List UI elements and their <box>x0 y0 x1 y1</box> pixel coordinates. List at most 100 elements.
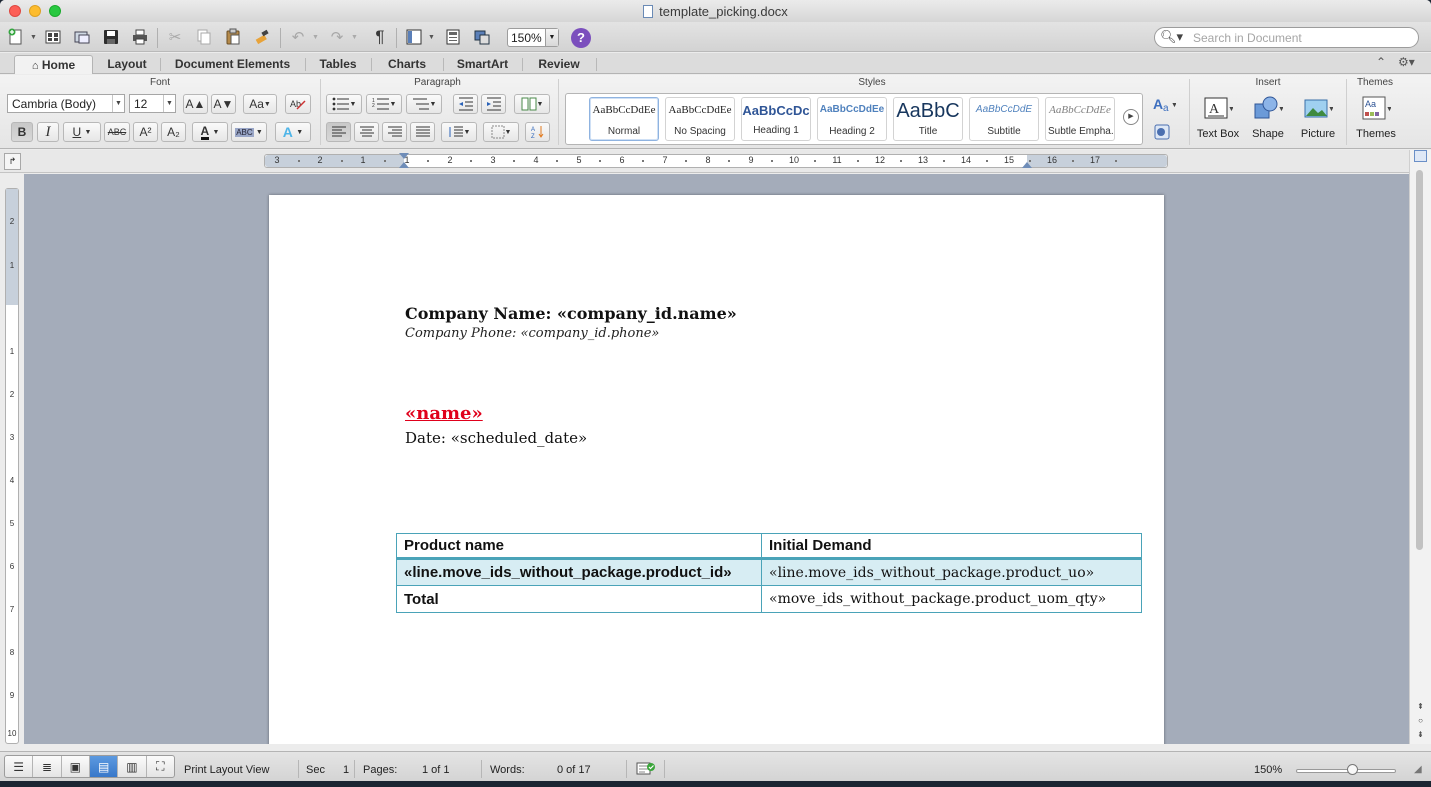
font-name-select[interactable]: Cambria (Body) ▼ <box>7 94 125 113</box>
templates-icon[interactable] <box>42 26 64 48</box>
font-size-select[interactable]: 12 ▼ <box>129 94 176 113</box>
bullets-button[interactable]: ▼ <box>326 94 362 114</box>
search-icon[interactable]: 🔍︎▾ <box>1160 29 1183 45</box>
change-case-button[interactable]: Aa ▼ <box>243 94 277 114</box>
numbering-button[interactable]: 1 2 ▼ <box>366 94 402 114</box>
italic-button[interactable]: I <box>37 122 59 142</box>
collapse-ribbon-icon[interactable]: ⌃ <box>1376 55 1386 69</box>
text-effects-button[interactable]: A ▼ <box>275 122 311 142</box>
borders-button[interactable]: ▼ <box>483 122 519 142</box>
style-subtle-emphasis[interactable]: AaBbCcDdEe Subtle Empha... <box>1045 97 1115 141</box>
font-name-dropdown-icon[interactable]: ▼ <box>112 95 124 112</box>
zoom-dropdown-icon[interactable]: ▼ <box>545 29 558 46</box>
redo-dropdown-icon[interactable]: ▼ <box>351 34 358 41</box>
superscript-button[interactable]: A² <box>133 122 158 142</box>
paste-icon[interactable] <box>222 26 244 48</box>
resize-grip-icon[interactable]: ◢ <box>1414 764 1426 776</box>
line-spacing-button[interactable]: ▼ <box>441 122 477 142</box>
style-title[interactable]: AaBbC Title <box>893 97 963 141</box>
undo-dropdown-icon[interactable]: ▼ <box>312 34 319 41</box>
table-cell[interactable]: «move_ids_without_package.product_uom_qt… <box>761 585 1142 613</box>
proofing-status-icon[interactable] <box>636 761 656 779</box>
draft-view-icon[interactable]: ☰ <box>5 756 34 777</box>
tab-charts[interactable]: Charts <box>372 55 442 74</box>
align-left-icon[interactable] <box>326 122 351 142</box>
clear-formatting-icon[interactable]: Ab <box>285 94 311 114</box>
next-page-icon[interactable]: ⇟ <box>1413 728 1428 741</box>
name-merge-field[interactable]: «name» <box>405 403 483 424</box>
search-box[interactable]: 🔍︎▾ <box>1154 27 1419 48</box>
align-right-icon[interactable] <box>382 122 407 142</box>
style-heading-2[interactable]: AaBbCcDdEe Heading 2 <box>817 97 887 141</box>
split-view-icon[interactable] <box>1414 150 1427 162</box>
tab-review[interactable]: Review <box>523 55 595 74</box>
style-subtitle[interactable]: AaBbCcDdE Subtitle <box>969 97 1039 141</box>
document-canvas[interactable]: Company Name: «company_id.name» Company … <box>24 174 1409 744</box>
save-icon[interactable] <box>100 26 122 48</box>
subscript-button[interactable]: A₂ <box>161 122 186 142</box>
styles-next-icon[interactable]: ▶ <box>1123 109 1139 125</box>
tab-document-elements[interactable]: Document Elements <box>161 55 304 74</box>
format-painter-icon[interactable] <box>251 26 273 48</box>
grow-font-button[interactable]: A▲ <box>183 94 208 114</box>
style-no-spacing[interactable]: AaBbCcDdEe No Spacing <box>665 97 735 141</box>
bold-button[interactable]: B <box>11 122 33 142</box>
previous-page-icon[interactable]: ⇞ <box>1413 700 1428 713</box>
new-dropdown-icon[interactable]: ▼ <box>30 34 37 41</box>
sidebar-dropdown-icon[interactable]: ▼ <box>428 34 435 41</box>
insert-text-box-button[interactable]: A ▼ Text Box <box>1193 95 1243 145</box>
print-icon[interactable] <box>129 26 151 48</box>
open-icon[interactable] <box>71 26 93 48</box>
insert-picture-button[interactable]: ▼ Picture <box>1293 95 1343 145</box>
vertical-ruler[interactable]: 2 1 1 2 3 4 5 6 7 8 9 10 <box>5 188 19 744</box>
tab-layout[interactable]: Layout <box>95 55 159 74</box>
copy-icon[interactable] <box>193 26 215 48</box>
print-layout-view-icon[interactable]: ▤ <box>89 756 119 777</box>
columns-button[interactable]: ▼ <box>514 94 550 114</box>
shrink-font-button[interactable]: A▼ <box>211 94 236 114</box>
style-normal[interactable]: AaBbCcDdEe Normal <box>589 97 659 141</box>
table-header-cell[interactable]: Initial Demand <box>761 533 1142 560</box>
tab-smartart[interactable]: SmartArt <box>444 55 521 74</box>
publishing-layout-view-icon[interactable]: ▣ <box>62 756 90 777</box>
style-heading-1[interactable]: AaBbCcDc Heading 1 <box>741 97 811 141</box>
first-line-indent-marker[interactable] <box>399 153 409 159</box>
scroll-thumb[interactable] <box>1416 170 1423 550</box>
outline-view-icon[interactable]: ≣ <box>33 756 62 777</box>
gallery-icon[interactable] <box>442 26 464 48</box>
undo-icon[interactable]: ↶ <box>287 26 309 48</box>
left-indent-marker[interactable] <box>399 162 409 168</box>
font-size-dropdown-icon[interactable]: ▼ <box>163 95 175 112</box>
themes-button[interactable]: Aa ▼ Themes <box>1351 95 1401 145</box>
ribbon-settings-icon[interactable]: ⚙︎▾ <box>1398 55 1415 69</box>
table-cell[interactable]: «line.move_ids_without_package.product_u… <box>761 558 1142 586</box>
new-document-icon[interactable] <box>5 26 27 48</box>
zoom-slider[interactable] <box>1296 769 1396 773</box>
help-icon[interactable]: ? <box>571 28 591 48</box>
justify-icon[interactable] <box>410 122 435 142</box>
horizontal-ruler[interactable]: 3 2 1 1 2 3 4 5 6 7 8 9 10 11 12 13 14 15 16 17 <box>264 153 1168 168</box>
change-styles-icon[interactable]: Aa ▼ <box>1149 94 1179 114</box>
table-header-cell[interactable]: Product name <box>396 533 762 560</box>
decrease-indent-icon[interactable] <box>453 94 478 114</box>
document-page[interactable]: Company Name: «company_id.name» Company … <box>269 195 1164 744</box>
redo-icon[interactable]: ↷ <box>326 26 348 48</box>
company-phone-line[interactable]: Company Phone: «company_id.phone» <box>405 326 659 341</box>
notebook-view-icon[interactable]: ▥ <box>118 756 147 777</box>
company-name-line[interactable]: Company Name: «company_id.name» <box>405 304 737 323</box>
browse-object-icon[interactable]: ○ <box>1413 714 1428 727</box>
cut-icon[interactable]: ✂ <box>164 26 186 48</box>
highlight-button[interactable]: ABC ▼ <box>231 122 267 142</box>
tab-stop-selector-icon[interactable]: ↱ <box>4 153 21 170</box>
increase-indent-icon[interactable] <box>481 94 506 114</box>
vertical-scrollbar[interactable]: ⇞ ○ ⇟ <box>1409 150 1431 744</box>
focus-view-icon[interactable]: ⛶ <box>147 756 174 777</box>
search-input[interactable] <box>1193 30 1411 45</box>
strikethrough-button[interactable]: ABC <box>104 122 130 142</box>
underline-button[interactable]: U ▼ <box>63 122 101 142</box>
align-center-icon[interactable] <box>354 122 379 142</box>
right-indent-marker[interactable] <box>1022 162 1032 168</box>
insert-shape-button[interactable]: ▼ Shape <box>1243 95 1293 145</box>
multilevel-list-button[interactable]: ▼ <box>406 94 442 114</box>
pilcrow-icon[interactable]: ¶ <box>369 26 391 48</box>
